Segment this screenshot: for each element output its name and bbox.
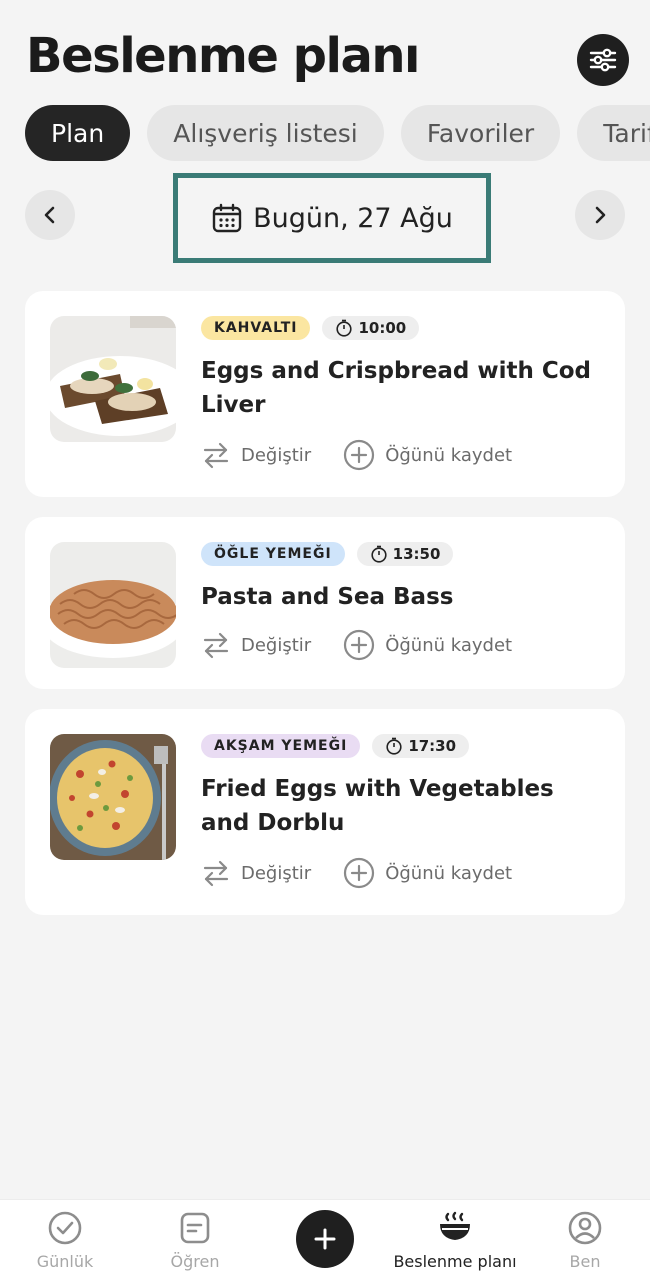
check-circle-icon <box>48 1211 82 1245</box>
tab-recipes[interactable]: Tarifler <box>577 105 650 161</box>
chevron-left-icon <box>44 206 55 224</box>
meal-card-dinner[interactable]: AKŞAM YEMEĞI 17:30 Fried Eggs with Veget… <box>25 709 625 915</box>
swap-icon <box>203 632 229 659</box>
meal-card-lunch[interactable]: ÖĞLE YEMEĞI 13:50 Pasta and Sea Bass Değ… <box>25 517 625 689</box>
meal-image <box>50 316 176 442</box>
plus-circle-icon <box>344 439 375 471</box>
meal-time-badge: 13:50 <box>356 542 454 566</box>
meal-time-badge: 17:30 <box>372 734 470 758</box>
plus-icon <box>314 1228 336 1250</box>
swap-meal-button[interactable]: Değiştir <box>201 440 311 470</box>
meal-image <box>50 542 176 668</box>
add-button[interactable] <box>296 1210 354 1268</box>
prev-day-button[interactable] <box>25 190 75 240</box>
page-title: Beslenme planı <box>26 28 421 84</box>
swap-meal-button[interactable]: Değiştir <box>201 858 311 888</box>
meal-time-badge: 10:00 <box>322 316 420 340</box>
profile-icon <box>568 1211 602 1245</box>
meal-time: 10:00 <box>358 319 407 337</box>
date-label: Bugün, 27 Ağu <box>253 202 453 234</box>
meal-time: 13:50 <box>392 545 441 563</box>
note-icon <box>180 1212 210 1244</box>
settings-button[interactable] <box>577 34 629 86</box>
meal-type-badge: ÖĞLE YEMEĞI <box>201 542 345 566</box>
plus-circle-icon <box>344 857 375 889</box>
bowl-icon <box>440 1211 470 1240</box>
meal-title[interactable]: Eggs and Crispbread with Cod Liver <box>201 354 596 422</box>
swap-meal-button[interactable]: Değiştir <box>201 630 311 660</box>
timer-icon <box>386 737 402 755</box>
save-meal-button[interactable]: Öğünü kaydet <box>343 857 512 889</box>
nav-item-daily[interactable]: Günlük <box>0 1210 130 1271</box>
nav-item-learn[interactable]: Öğren <box>130 1210 260 1271</box>
date-selector[interactable]: Bugün, 27 Ağu <box>173 173 491 263</box>
swap-icon <box>203 442 229 469</box>
meal-type-badge: AKŞAM YEMEĞI <box>201 734 361 758</box>
sliders-icon <box>589 48 617 72</box>
bottom-nav: Günlük Öğren Beslenme planı Ben <box>0 1199 650 1281</box>
swap-icon <box>203 860 229 887</box>
meal-card-breakfast[interactable]: KAHVALTI 10:00 Eggs and Crispbread with … <box>25 291 625 497</box>
tab-favorites[interactable]: Favoriler <box>400 105 561 161</box>
chevron-right-icon <box>595 206 606 224</box>
save-meal-button[interactable]: Öğünü kaydet <box>343 439 512 471</box>
meal-title[interactable]: Pasta and Sea Bass <box>201 580 596 614</box>
save-meal-button[interactable]: Öğünü kaydet <box>343 629 512 661</box>
meal-image <box>50 734 176 860</box>
timer-icon <box>336 319 353 337</box>
timer-icon <box>371 545 387 563</box>
tab-plan[interactable]: Plan <box>25 105 131 161</box>
tab-shopping-list[interactable]: Alışveriş listesi <box>147 105 384 161</box>
meal-title[interactable]: Fried Eggs with Vegetables and Dorblu <box>201 772 596 840</box>
meal-time: 17:30 <box>408 737 457 755</box>
nav-item-me[interactable]: Ben <box>520 1210 650 1271</box>
calendar-icon <box>212 203 242 233</box>
tab-bar: Plan Alışveriş listesi Favoriler Tarifle… <box>25 105 650 163</box>
nav-item-meal-plan[interactable]: Beslenme planı <box>390 1210 520 1271</box>
next-day-button[interactable] <box>575 190 625 240</box>
meal-type-badge: KAHVALTI <box>201 316 311 340</box>
plus-circle-icon <box>344 629 375 661</box>
